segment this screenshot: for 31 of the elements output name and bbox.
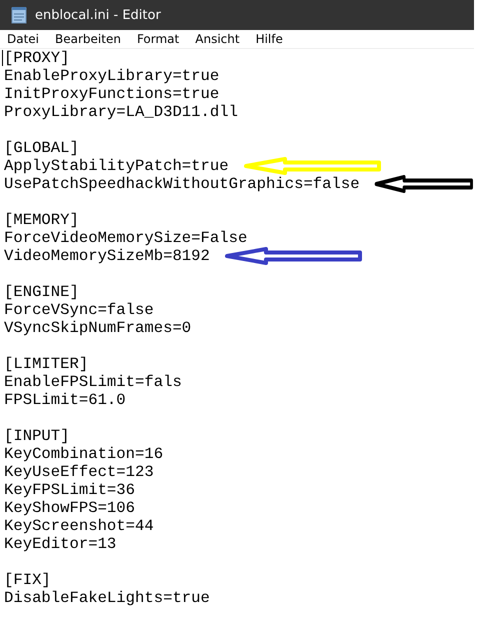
- section-header: [MEMORY]: [4, 211, 79, 229]
- menu-item[interactable]: Bearbeiten: [52, 32, 126, 46]
- setting-line: KeyEditor=13: [4, 535, 116, 553]
- section-header: [GLOBAL]: [4, 139, 79, 157]
- setting-line: EnableProxyLibrary=true: [4, 67, 220, 85]
- menu-item[interactable]: Datei: [4, 32, 44, 46]
- setting-line: KeyShowFPS=106: [4, 499, 136, 517]
- section-header: [FIX]: [4, 571, 51, 589]
- setting-line: EnableFPSLimit=fals: [4, 373, 182, 391]
- setting-line: ApplyStabilityPatch=true: [4, 157, 229, 175]
- setting-line: VSyncSkipNumFrames=0: [4, 319, 192, 337]
- section-header: [LIMITER]: [4, 355, 88, 373]
- setting-line: VideoMemorySizeMb=8192: [4, 247, 210, 265]
- setting-line: KeyUseEffect=123: [4, 463, 154, 481]
- menu-item[interactable]: Format: [134, 32, 184, 46]
- setting-line: KeyCombination=16: [4, 445, 164, 463]
- menu-item[interactable]: Ansicht: [192, 32, 245, 46]
- setting-line: InitProxyFunctions=true: [4, 85, 220, 103]
- setting-line: ForceVSync=false: [4, 301, 154, 319]
- setting-line: DisableFakeLights=true: [4, 589, 210, 607]
- setting-line: ForceVideoMemorySize=False: [4, 229, 248, 247]
- section-header: [INPUT]: [4, 427, 70, 445]
- setting-line: ProxyLibrary=LA_D3D11.dll: [4, 103, 238, 121]
- section-header: [PROXY]: [4, 49, 70, 67]
- section-header: [ENGINE]: [4, 283, 79, 301]
- setting-line: KeyFPSLimit=36: [4, 481, 136, 499]
- setting-line: FPSLimit=61.0: [4, 391, 126, 409]
- setting-line: KeyScreenshot=44: [4, 517, 154, 535]
- window-title: enblocal.ini - Editor: [35, 8, 161, 22]
- menu-item[interactable]: Hilfe: [252, 32, 288, 46]
- setting-line: UsePatchSpeedhackWithoutGraphics=false: [4, 175, 360, 193]
